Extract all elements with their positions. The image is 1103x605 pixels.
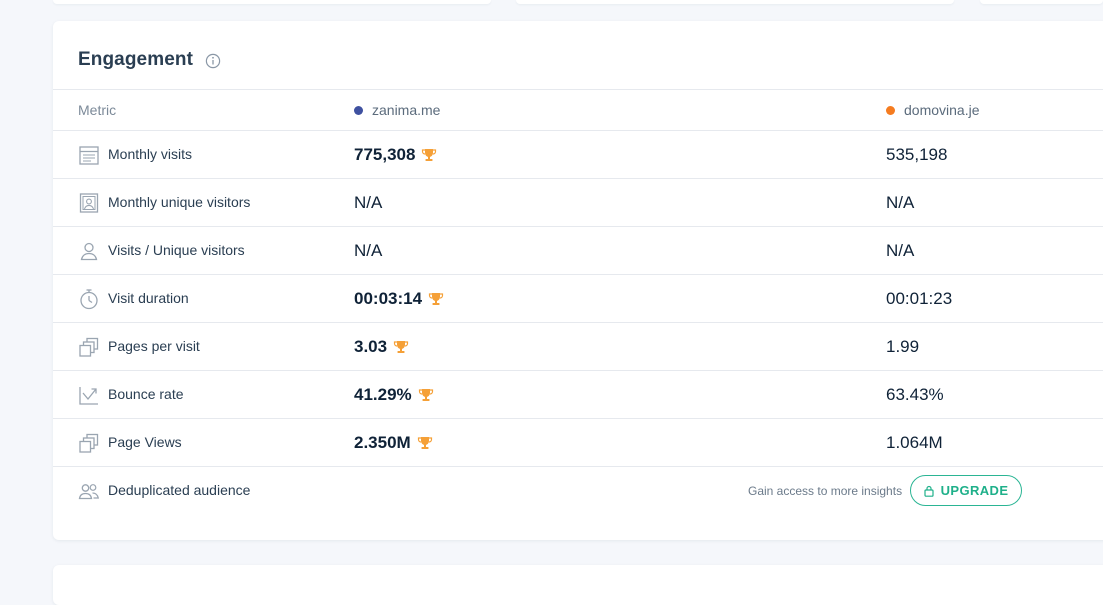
site-b-value: N/A [886, 241, 915, 260]
site-a-header[interactable]: zanima.me [354, 102, 440, 118]
site-a-value-text: 00:03:14 [354, 289, 423, 308]
table-row-monthly-visits: Monthly visits 775,308 535,198 [53, 130, 1103, 178]
site-a-value-text: 41.29% [354, 385, 412, 404]
site-a-value: 2.350M [354, 433, 433, 453]
card-title: Engagement [78, 49, 194, 70]
top-card-edge-3 [980, 0, 1103, 4]
site-a-value-text: 3.03 [354, 337, 388, 356]
calendar-icon [79, 146, 99, 165]
top-card-edge-1 [53, 0, 491, 4]
site-a-name: zanima.me [372, 102, 441, 118]
user-icon [80, 242, 98, 261]
trophy-icon [393, 341, 409, 353]
pages-icon [79, 337, 99, 357]
trophy-icon [422, 149, 437, 161]
lock-icon [923, 485, 934, 497]
upgrade-button[interactable]: UPGRADE [910, 475, 1022, 506]
row-label: Page Views [108, 434, 182, 450]
site-b-dot [886, 105, 895, 115]
site-a-value: 775,308 [354, 145, 437, 165]
site-a-value: 3.03 [354, 337, 409, 357]
trophy-icon [417, 437, 432, 449]
info-icon[interactable] [205, 53, 221, 69]
table-row-page-views: Page Views 2.350M 1.064M [53, 418, 1103, 466]
users-icon [78, 484, 100, 500]
row-label: Pages per visit [108, 338, 200, 354]
trophy-icon [418, 389, 433, 401]
site-b-name: domovina.je [904, 102, 980, 118]
site-b-value: 00:01:23 [886, 289, 953, 308]
site-a-value: N/A [354, 193, 383, 212]
engagement-card: Engagement Metric zanima.me domovina.je … [53, 21, 1103, 540]
site-b-header[interactable]: domovina.je [886, 102, 980, 118]
table-row-deduplicated-audience: Deduplicated audience Gain access to mor… [53, 466, 1103, 514]
site-a-dot [354, 105, 363, 115]
table-header: Metric zanima.me domovina.je [53, 89, 1103, 131]
table-row-visits-per-unique: Visits / Unique visitors N/A N/A [53, 226, 1103, 274]
user-badge-icon [79, 193, 99, 213]
site-a-value: N/A [354, 241, 383, 260]
bounce-arrow-icon [79, 387, 98, 405]
site-b-value: 1.99 [886, 337, 920, 356]
site-a-value-text: 2.350M [354, 433, 411, 452]
row-label: Visit duration [108, 290, 189, 306]
site-b-value: 535,198 [886, 145, 948, 164]
row-label: Visits / Unique visitors [108, 242, 245, 258]
site-b-value: 63.43% [886, 385, 944, 404]
row-label: Monthly visits [108, 146, 193, 162]
row-label: Bounce rate [108, 386, 184, 402]
row-label: Deduplicated audience [108, 482, 251, 498]
stopwatch-icon [80, 289, 98, 310]
pages-icon [79, 433, 99, 453]
site-b-value: N/A [886, 193, 915, 212]
gain-access-text: Gain access to more insights [748, 484, 903, 498]
site-a-value-text: 775,308 [354, 145, 416, 164]
table-row-bounce-rate: Bounce rate 41.29% 63.43% [53, 370, 1103, 418]
trophy-icon [428, 293, 444, 305]
row-label: Monthly unique visitors [108, 194, 251, 210]
site-a-value: 00:03:14 [354, 289, 444, 309]
metric-column-header: Metric [78, 102, 117, 118]
table-row-visit-duration: Visit duration 00:03:14 00:01:23 [53, 274, 1103, 322]
table-row-pages-per-visit: Pages per visit 3.03 1.99 [53, 322, 1103, 370]
site-b-value: 1.064M [886, 433, 943, 452]
top-card-edge-2 [516, 0, 954, 4]
next-card [53, 565, 1103, 605]
upgrade-label: UPGRADE [940, 483, 1009, 498]
site-a-value: 41.29% [354, 385, 434, 405]
table-row-monthly-unique-visitors: Monthly unique visitors N/A N/A [53, 178, 1103, 226]
